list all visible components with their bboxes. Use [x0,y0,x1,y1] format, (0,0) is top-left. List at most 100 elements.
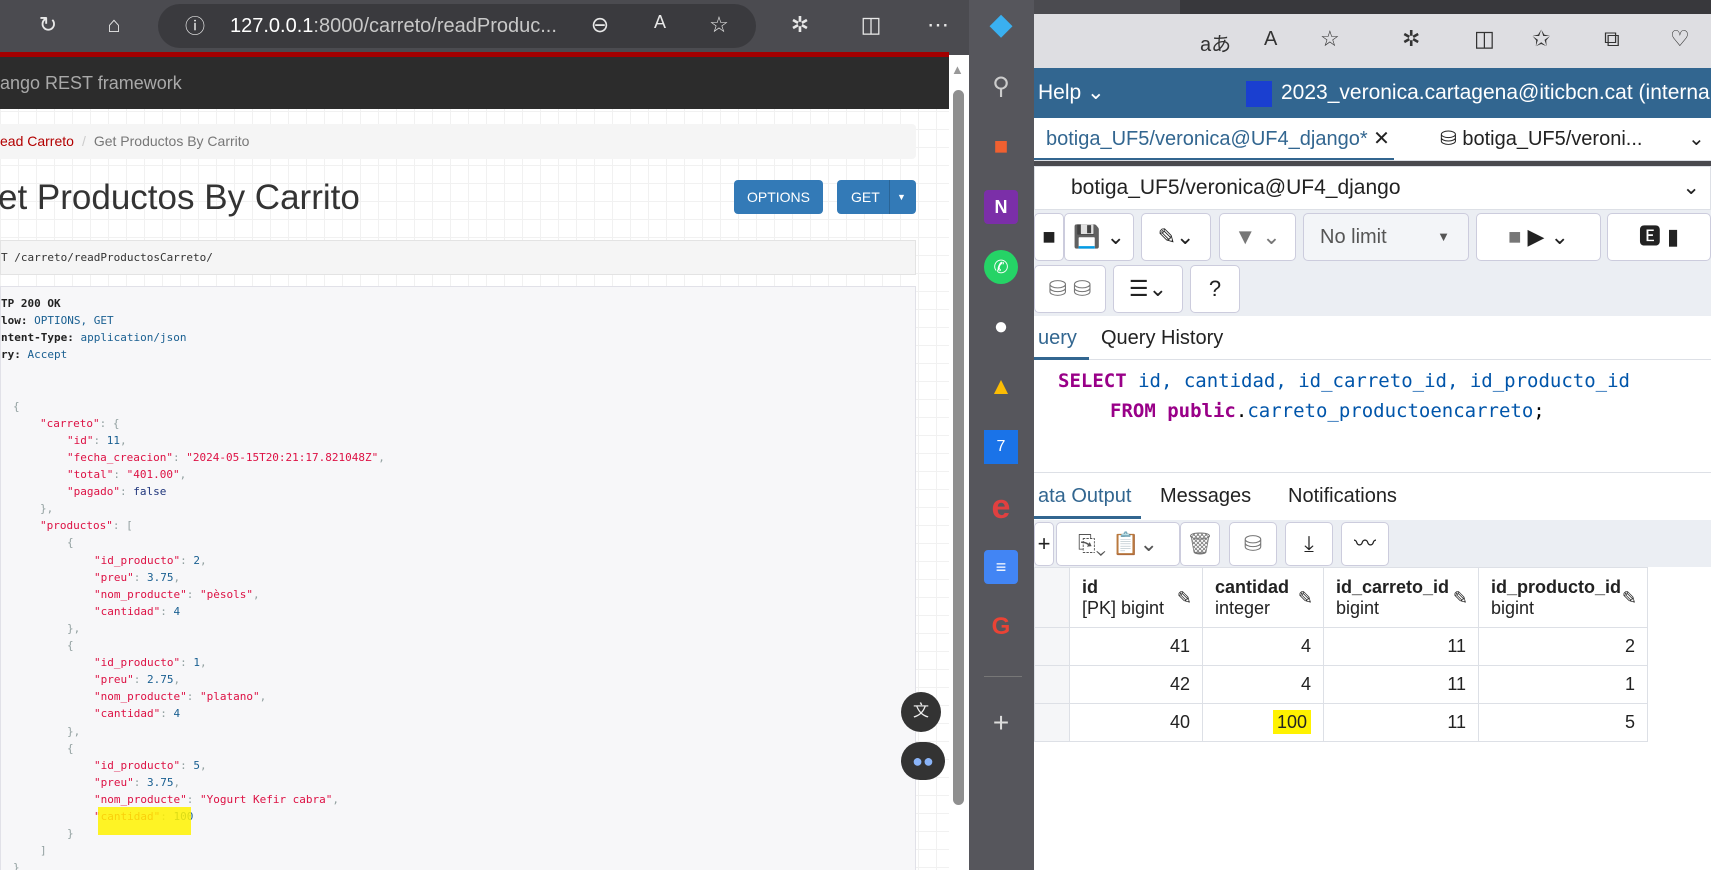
header-row: id [PK] bigint ✎ cantidad integer ✎ id_carre… [1034,567,1648,628]
extensions-icon[interactable]: ✲ [1402,26,1420,52]
header-name: ntent-Type: [1,331,81,345]
collections-icon[interactable]: ⧉ [1604,26,1620,52]
column-header-id[interactable]: id [PK] bigint ✎ [1069,567,1203,628]
onenote-icon[interactable]: N [984,190,1018,224]
table-cell[interactable]: 11 [1323,665,1479,704]
close-icon[interactable]: ✕ [1373,128,1390,150]
e-icon[interactable]: e [984,490,1018,524]
more-menu-icon[interactable]: ⋯ [923,12,953,38]
breadcrumb-read-carreto[interactable]: ead Carreto [0,133,74,149]
json-token: "preu" [94,775,134,789]
split-screen-icon[interactable]: ◫ [856,12,886,38]
json-token: : [180,656,194,670]
download-button[interactable]: ⤓ [1285,522,1333,566]
open-file-button[interactable]: ■ [1034,213,1064,261]
add-icon[interactable]: + [984,706,1018,740]
assistant-icon[interactable]: ●● [901,742,945,780]
docs-icon[interactable]: ≡ [984,550,1018,584]
row-number[interactable] [1034,665,1070,704]
column-header-id-carreto-id[interactable]: id_carreto_id bigint ✎ [1323,567,1479,628]
graph-button[interactable]: 〰 [1341,522,1389,566]
edit-button[interactable]: ✎⌄ [1141,213,1211,261]
delete-button[interactable]: 🗑 [1180,522,1220,566]
header-value: application/json [80,331,187,345]
copy-button[interactable]: ⎘⌄ 📋⌄ [1056,522,1180,566]
read-aloud-icon[interactable]: A [1264,28,1277,51]
tab-messages[interactable]: Messages [1160,473,1251,519]
zoom-out-icon[interactable]: ⊖ [585,12,615,38]
whatsapp-icon[interactable]: ✆ [984,250,1018,284]
chevron-down-icon[interactable]: ⌄ [1688,118,1705,160]
caret-down-icon[interactable]: ▼ [897,180,906,214]
table-cell[interactable]: 11 [1323,703,1479,742]
add-row-button[interactable]: + [1034,522,1054,566]
help-menu[interactable]: Help ⌄ [1034,81,1105,104]
translate-icon[interactable]: 文 [901,692,941,732]
table-cell[interactable]: 100 [1202,703,1324,742]
table-cell[interactable]: 1 [1478,665,1648,704]
calendar-icon[interactable]: 7 [984,430,1018,464]
row-number[interactable] [1034,627,1070,666]
google-drive-icon[interactable]: ▲ [984,370,1018,404]
favorite-star-icon[interactable]: ☆ [1320,26,1340,52]
breadcrumb: ead Carreto / Get Productos By Carrito [0,124,916,159]
read-aloud-icon[interactable]: A [645,12,675,33]
table-cell[interactable]: 42 [1069,665,1203,704]
table-cell[interactable]: 4 [1202,665,1324,704]
json-token: "platano" [199,690,260,704]
home-icon[interactable]: ⌂ [99,12,129,38]
tab-query-tool-active[interactable]: botiga_UF5/veronica@UF4_django* ✕ [1034,118,1394,160]
site-info-icon[interactable]: ⓘ [180,10,210,39]
table-cell[interactable]: 41 [1069,627,1203,666]
refresh-icon[interactable]: ↻ [33,12,63,38]
save-button[interactable]: 💾 ⌄ [1064,213,1134,261]
json-token: 3.75 [147,570,174,584]
json-token: : [186,792,200,806]
favorites-icon[interactable]: ✩ [1532,26,1550,52]
options-button[interactable]: OPTIONS [734,180,823,214]
sql-editor[interactable]: SELECT id, cantidad, id_carreto_id, id_p… [1034,360,1711,472]
connection-select[interactable]: botiga_UF5/veronica@UF4_django ⌄ [1034,166,1711,210]
search-icon[interactable]: ⚲ [984,70,1018,104]
google-icon[interactable]: G [984,610,1018,644]
response-header-line: ry: Accept [1,346,67,363]
help-button[interactable]: ? [1190,265,1240,313]
title-strip [1180,0,1711,14]
scrollbar-thumb[interactable] [953,90,964,805]
filter-button[interactable]: ▼ ⌄ [1219,213,1296,261]
table-cell[interactable]: 2 [1478,627,1648,666]
explain-button[interactable]: 🅴 ▮ [1607,213,1711,261]
scroll-up-icon[interactable]: ▲ [951,62,964,77]
row-number[interactable] [1034,703,1070,742]
extensions-icon[interactable]: ✲ [785,12,815,38]
table-cell[interactable]: 11 [1323,627,1479,666]
favorite-star-icon[interactable]: ☆ [704,12,734,38]
split-screen-icon[interactable]: ◫ [1474,26,1495,52]
table-cell[interactable]: 4 [1202,627,1324,666]
copilot-icon[interactable]: ◆ [984,8,1018,42]
json-line: "fecha_creacion": "2024-05-15T20:21:17.8… [67,449,385,466]
limit-select[interactable]: No limit ▼ [1303,213,1469,261]
commit-button[interactable]: ⛁ ⛁ [1034,265,1106,313]
table-cell[interactable]: 5 [1478,703,1648,742]
github-icon[interactable]: ● [984,310,1018,344]
tab-notifications[interactable]: Notifications [1288,473,1397,519]
user-email[interactable]: 2023_veronica.cartagena@iticbcn.cat (int… [1281,68,1710,118]
response-body: TP 200 OK low: OPTIONS, GET ntent-Type: ap… [0,286,916,870]
tab-query-tool-2[interactable]: ⛁ botiga_UF5/veroni... [1440,118,1642,160]
column-header-id-producto-id[interactable]: id_producto_id bigint ✎ [1478,567,1648,628]
macros-button[interactable]: ☰⌄ [1113,265,1183,313]
tab-query-history[interactable]: Query History [1101,316,1223,360]
drf-brand[interactable]: ango REST framework [0,73,182,93]
translate-icon[interactable]: aあ [1200,28,1231,57]
tab-data-output[interactable]: ata Output [1034,473,1142,519]
save-data-button[interactable]: ⛁ [1229,522,1277,566]
tools-icon[interactable]: ■ [984,130,1018,164]
tab-query[interactable]: uery [1034,316,1089,360]
execute-button[interactable]: ■ ▶ ⌄ [1476,213,1601,261]
table-cell[interactable]: 40 [1069,703,1203,742]
health-icon[interactable]: ♡ [1670,26,1690,52]
json-line: } [67,825,74,842]
column-header-cantidad[interactable]: cantidad integer ✎ [1202,567,1324,628]
get-button[interactable]: GET ▼ [837,180,916,214]
